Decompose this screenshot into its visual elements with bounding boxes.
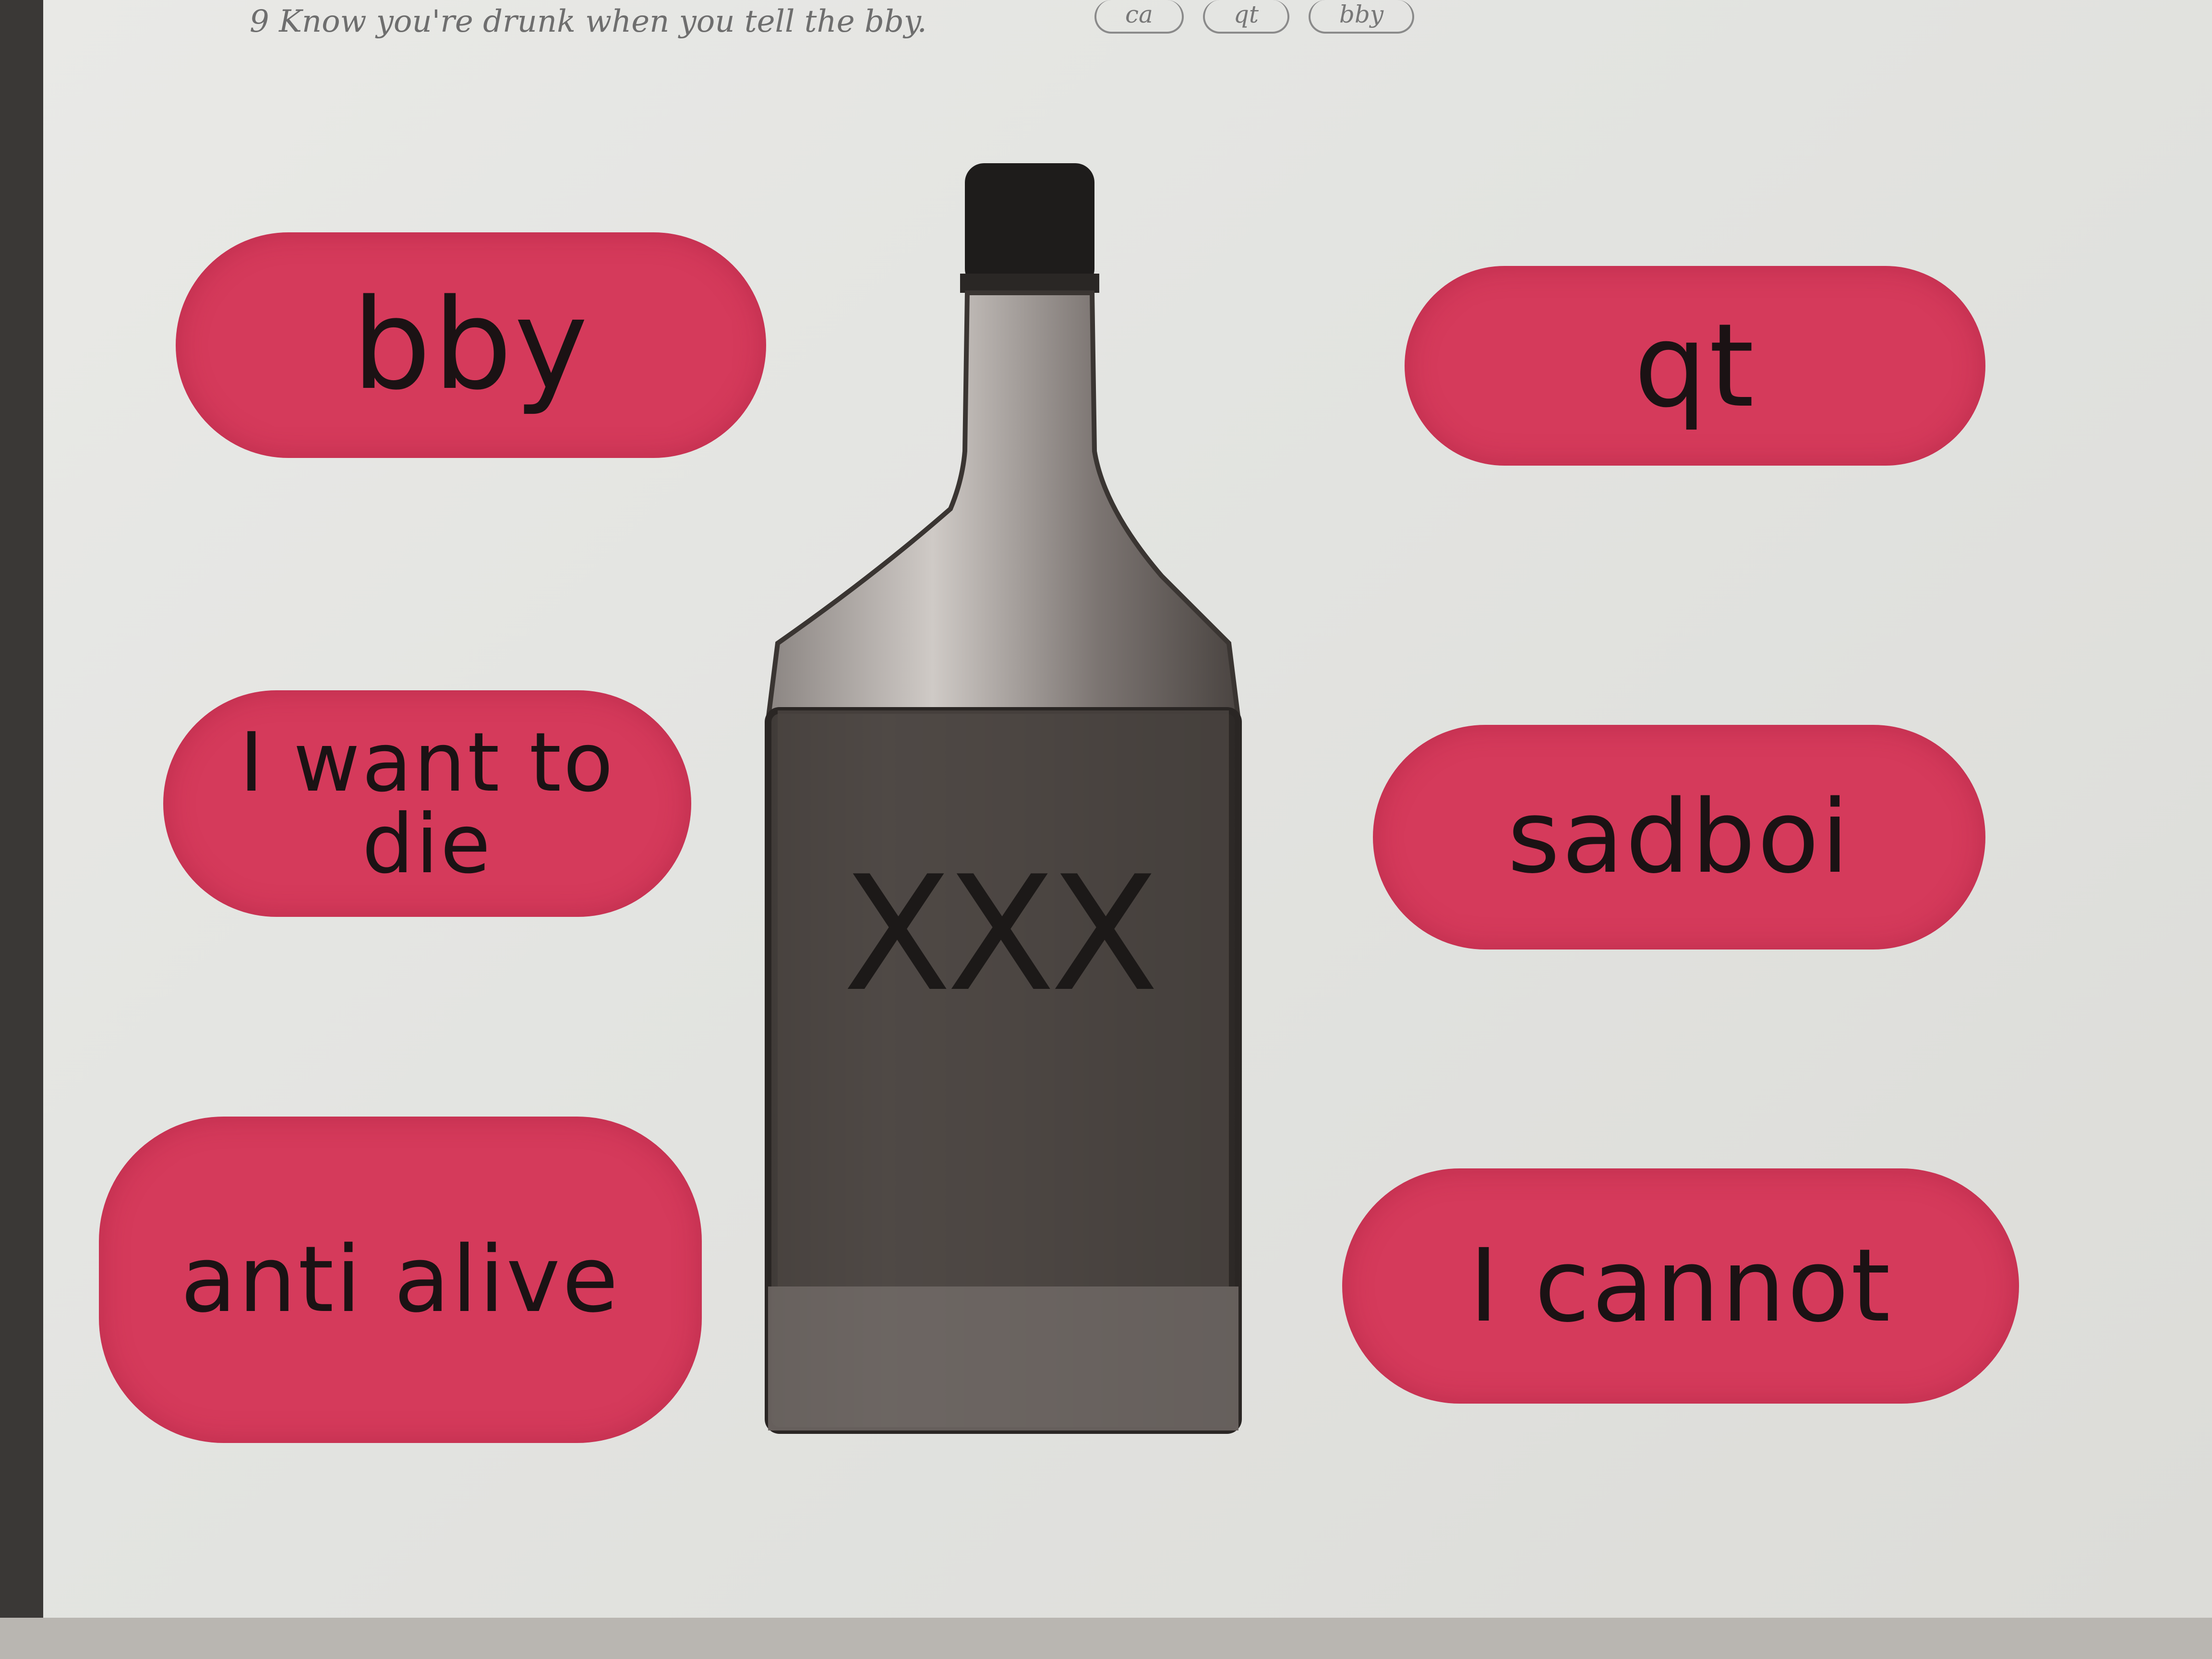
sketch-oval-ca: ca [1094,0,1184,34]
label-i-cannot: I cannot [1342,1168,2019,1404]
label-want-to-die-text: I want to die [239,715,615,892]
bottle-illustration: XXX [765,163,1242,1434]
label-qt-text: qt [1634,299,1756,433]
bottle-neck [765,290,1241,722]
sketch-note: 9 Know you're drunk when you tell the bb… [250,4,927,39]
label-sadboi: sadboi [1373,725,1985,950]
label-bby-text: bby [352,273,590,418]
label-bby: bby [176,232,766,458]
bottle-cap-ring [960,274,1099,293]
label-sadboi-text: sadboi [1507,778,1851,896]
sketch-oval-qt: qt [1202,0,1289,34]
label-want-to-die: I want to die [163,690,691,917]
label-anti-alive: anti alive [99,1117,702,1443]
desk-surface [0,1618,2212,1659]
sketch-ovals: ca qt bby [1094,0,1415,34]
bottle-base [768,1286,1238,1431]
bottle-cap [965,163,1094,288]
label-qt: qt [1405,266,1985,466]
bottle-label-text: XXX [843,842,1154,1026]
sketch-oval-bby: bby [1308,0,1415,34]
label-anti-alive-text: anti alive [180,1226,620,1333]
label-i-cannot-text: I cannot [1469,1227,1892,1345]
